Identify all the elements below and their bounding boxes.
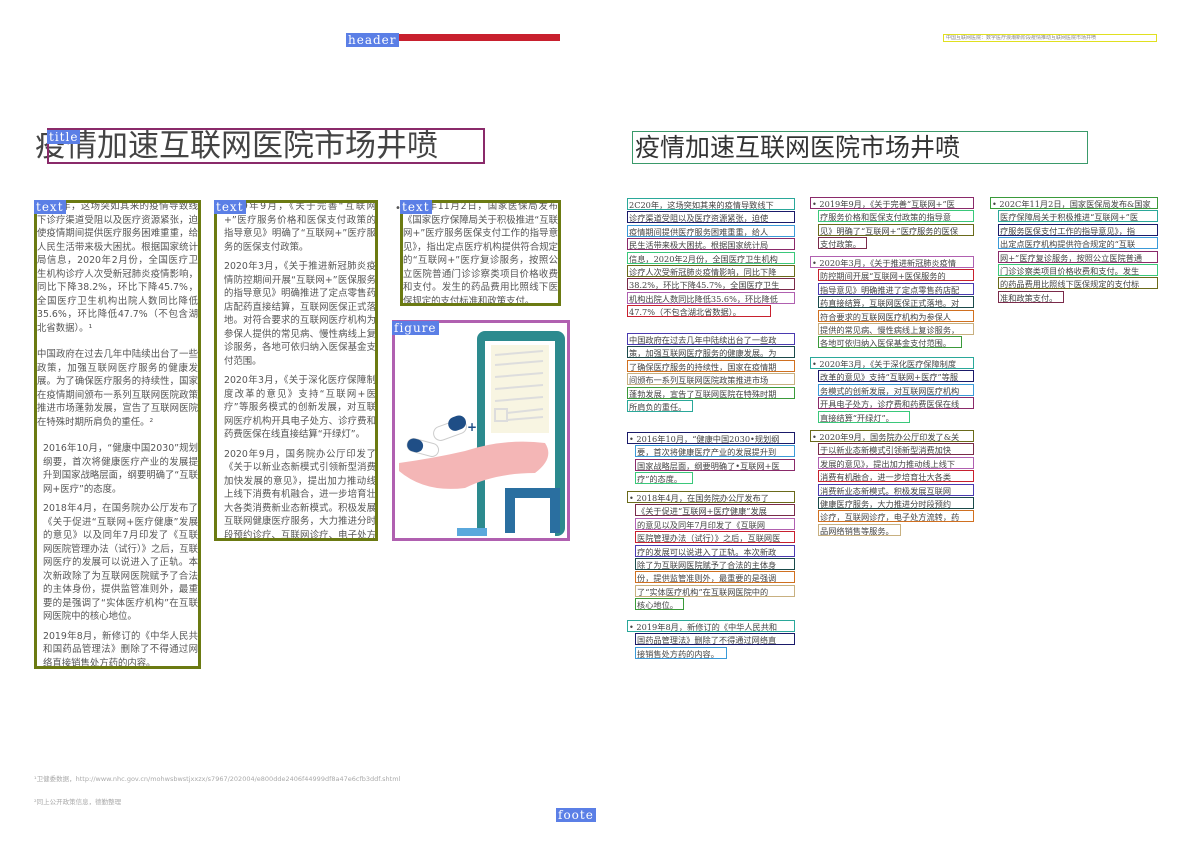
ocr-line: 蓬勃发展，宣告了互联网医院在特殊时期 — [627, 386, 795, 399]
ocr-line: 民生活带来极大困扰。根据国家统计局 — [627, 238, 795, 251]
ocr-line: 接销售处方药的内容。 — [635, 646, 727, 659]
ocr-line: 份，提供监管准则外，最重要的是强调 — [635, 571, 795, 584]
ocr-line: 诊疗人次受新冠肺炎疫情影响，同比下降 — [627, 265, 795, 277]
ocr-line: 疫情期间提供医疗服务困难重重，给人 — [627, 224, 795, 237]
ocr-line: 医院管理办法（试行）》之后，互联网医 — [635, 531, 795, 544]
svg-text:+: + — [467, 420, 477, 434]
ocr-line: 医疗保障局关于积极推进“互联网+”医 — [998, 210, 1158, 223]
ocr-line: 务模式的创新发展，对互联网医疗机构 — [818, 383, 974, 396]
ocr-line: 指导意见》明确推进了定点零售药店配 — [818, 282, 974, 295]
ocr-line: 直接结算“开绿灯”。 — [818, 410, 910, 423]
ocr-line: 疗服务价格和医保支付政策的指导意 — [818, 210, 974, 223]
ocr-line: 策，加强互联网医疗服务的健康发展。为 — [627, 346, 795, 359]
ocr-line: 信息，2020年2月份，全国医疗卫生机构 — [627, 251, 795, 264]
ocr-line: 《关于促进“互联网+医疗健康”发展 — [635, 504, 795, 517]
ocr-line: 要，首次将健康医疗产业的发展提升到 — [635, 445, 795, 458]
text-box-3 — [400, 200, 561, 306]
ocr-line: • 2020年9月，国务院办公厅印发了&关 — [810, 430, 974, 442]
footnote-2: ²同上公开政策信息，德勤整理 — [34, 798, 122, 806]
ocr-line: 中国政府在过去几年中陆续出台了一些政 — [627, 333, 795, 345]
ocr-line: 防控期间开展“互联网+医保服务的 — [818, 269, 974, 282]
text-label: text — [34, 200, 66, 214]
ocr-line: 出定点医疗机构提供符合规定的“互联 — [998, 237, 1158, 250]
medical-phone-illustration: + — [399, 331, 565, 536]
ocr-line: 国药品管理法》删除了不得通过网络直 — [635, 633, 795, 646]
ocr-line: 支付政策。 — [818, 237, 867, 250]
text-label: text — [400, 200, 432, 214]
ocr-line: 除了为互联网医院赋予了合法的主体身 — [635, 558, 795, 570]
footnote-1: ¹卫健委数据，http://www.nhc.gov.cn/mohwsbwstjx… — [34, 775, 401, 783]
text-label: text — [214, 200, 246, 214]
ocr-line: 提供的常见病、慢性病线上复诊服务， — [818, 323, 974, 335]
ocr-line: 准和政策支付。 — [998, 290, 1065, 303]
ocr-line: 诊疗渠道受阻以及医疗资源紧张，迫使 — [627, 211, 795, 224]
ocr-line: 38.2%，环比下降45.7%，全国医疗卫生 — [627, 278, 795, 291]
ocr-line: 符合要求的互联网医疗机构为参保人 — [818, 309, 974, 322]
ocr-line: 见》明确了“互联网+”医疗服务的医保 — [818, 223, 974, 236]
ocr-line: • 202C年11月2日，国家医保局发布&国家 — [990, 197, 1158, 209]
ocr-line: 门诊诊察类项目价格收费和支付。发生 — [998, 264, 1158, 276]
ocr-line: 疗的发展可以说进入了正轨。本次新政 — [635, 544, 795, 557]
footer-label: foote — [556, 808, 596, 822]
ocr-line: • 2019年8月，新修订的《中华人民共和 — [627, 620, 795, 632]
ocr-line: 所肩负的重任。 — [627, 400, 694, 412]
title-label: title — [47, 130, 81, 144]
ocr-line: 2C20年，这场突如其来的疫情导致线下 — [627, 198, 795, 210]
ocr-line: 疗服务医保支付工作的指导意见》，指 — [998, 223, 1158, 236]
title-box — [47, 128, 485, 164]
ocr-line: 消费新业态新模式。积极发展互联网 — [818, 483, 974, 496]
ocr-line: • 2016年10月，“健康中国2030•规划纲 — [627, 432, 795, 444]
text-box-1 — [34, 200, 201, 669]
ocr-line: • 2020年3月，《关于深化医疗保障制度 — [810, 357, 974, 369]
ocr-line: 的药品费用比照线下医保规定的支付标 — [998, 277, 1158, 290]
ocr-line: 了“实体医疗机构”在互联网医院中的 — [635, 584, 795, 597]
ocr-line: • 2018年4月，在国务院办公厅发布了 — [627, 491, 795, 503]
ocr-line: 开具电子处方，诊疗费和药费医保在线 — [818, 397, 974, 410]
figure-label: figure — [392, 321, 439, 335]
ocr-line: 发展的意见》，提出加力推动线上线下 — [818, 456, 974, 469]
header-label: header — [346, 33, 399, 47]
ocr-line: 机构出院人数同比降低35.6%，环比降低 — [627, 291, 795, 304]
ocr-line: 诊疗，互联网诊疗，电子处方流转，药 — [818, 510, 974, 523]
ocr-line: • 2020年3月，《关于推进新冠肺炎疫情 — [810, 256, 974, 268]
ocr-line: 改革的意见》支持“互联网+医疗”等服 — [818, 370, 974, 383]
figure-box: + — [392, 320, 570, 541]
ocr-line: • 2019年9月，《关于完善“互联网+”医 — [810, 197, 974, 209]
ocr-line: 国家战略层面，纲要明确了•互联网+医 — [635, 458, 795, 471]
header-bar — [395, 34, 560, 41]
ocr-line: 于以新业态新模式引领新型消费加快 — [818, 443, 974, 456]
text-box-2 — [214, 200, 378, 541]
ocr-line: 核心地位。 — [635, 598, 684, 611]
ocr-line: 消费有机融合，进一步培育壮大各类 — [818, 470, 974, 483]
ocr-line: 了确保医疗服务的持续性，国家在疫情期 — [627, 359, 795, 372]
ocr-line: 各地可依归纳入医保基金支付范围。 — [818, 336, 962, 349]
ocr-line: 网+”医疗复诊服务，按照公立医院普通 — [998, 250, 1158, 263]
header-right-text: 中国互联网医院：数字医疗浪潮新阶段疫情推动互联网医院市场井喷 — [943, 34, 1157, 42]
ocr-line: 47.7%（不包含湖北省数据）。 — [627, 305, 771, 318]
ocr-line: 药直接结算，互联网医保正式落地。对 — [818, 296, 974, 309]
ocr-line: 的意见以及同年7月印发了《互联网 — [635, 517, 795, 530]
ocr-title: 疫情加速互联网医院市场井喷 — [632, 131, 1088, 164]
ocr-line: 品网络销售等服务。 — [818, 523, 902, 536]
ocr-line: 疗”的态度。 — [635, 472, 693, 485]
ocr-line: 健康医疗服务，大力推进分时段预约 — [818, 497, 974, 509]
ocr-line: 间颁布一系列互联网医院政策推进市场 — [627, 373, 795, 386]
